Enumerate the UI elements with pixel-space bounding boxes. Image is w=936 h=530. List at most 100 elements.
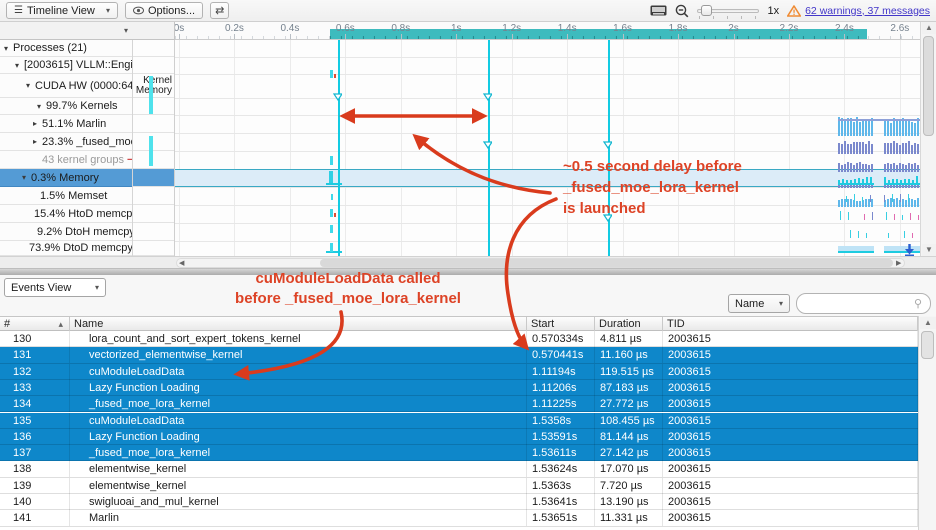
tree-row-23-3-fused-moe-lo[interactable]: ▸23.3% _fused_moe_lo↓ (0, 133, 133, 151)
zoom-out-icon[interactable] (675, 4, 689, 18)
events-view-toolbar: Events View ▾ Name ▾ ⚲ (0, 275, 936, 316)
tree-row-43-kernel-groups[interactable]: 43 kernel groups−+↓ (0, 151, 133, 169)
track-color-strip (149, 76, 153, 114)
memory-row-highlight[interactable] (175, 169, 920, 187)
event-row-139[interactable]: 139elementwise_kernel1.5363s7.720 µs2003… (0, 478, 918, 494)
eye-icon (133, 6, 144, 15)
tree-row-cuda-hw-0000-64-00-0-n[interactable]: ▾CUDA HW (0000:64:00.0 - N (0, 74, 133, 98)
view-selector-dropdown[interactable]: ☰ Timeline View ▾ (6, 2, 118, 19)
event-mark (330, 225, 333, 233)
event-row-133[interactable]: 133Lazy Function Loading1.11206s87.183 µ… (0, 380, 918, 396)
column-header-duration[interactable]: Duration (595, 317, 663, 332)
timeline-canvas[interactable] (175, 40, 920, 256)
timeline-vscrollbar[interactable]: ▲ ▼ (920, 22, 936, 256)
name-cell: swigluoai_and_mul_kernel (70, 494, 527, 510)
events-vscrollbar[interactable]: ▲ (918, 316, 936, 530)
scroll-left-arrow[interactable]: ◀ (179, 259, 184, 267)
timeline-cursor-line[interactable] (338, 40, 340, 256)
start-cell: 1.11194s (527, 364, 595, 380)
tree-expander-open[interactable]: ▾ (37, 102, 46, 111)
start-cell: 1.11206s (527, 380, 595, 396)
scroll-up-arrow[interactable]: ▲ (920, 317, 936, 329)
memcpy-tick (848, 212, 849, 220)
tid-cell: 2003615 (663, 331, 918, 347)
event-row-130[interactable]: 130lora_count_and_sort_expert_tokens_ker… (0, 331, 918, 347)
column-header-tid[interactable]: TID (663, 317, 918, 332)
column-header-name[interactable]: Name (70, 317, 527, 332)
scroll-right-arrow[interactable]: ▶ (896, 259, 901, 267)
events-view-dropdown[interactable]: Events View ▾ (4, 278, 106, 297)
column-header-start[interactable]: Start (527, 317, 595, 332)
tree-row-1-5-memset[interactable]: 1.5% Memset (0, 187, 133, 205)
events-search-box[interactable]: ⚲ (796, 293, 931, 314)
tree-row-9-2-dtoh-memcpy[interactable]: 9.2% DtoH memcpy (0, 223, 133, 241)
tree-expander-closed[interactable]: ▸ (33, 119, 42, 128)
tree-row-73-9-dtod-memcpy[interactable]: 73.9% DtoD memcpy (0, 241, 133, 256)
timeline-hscrollbar[interactable]: ◀ ▶ (0, 256, 936, 268)
tree-expander-open[interactable]: ▾ (4, 44, 13, 53)
column-header-num[interactable]: #▴ (0, 317, 70, 332)
tree-expander-open[interactable]: ▾ (22, 173, 31, 182)
timeline-hscroll-thumb[interactable] (320, 259, 893, 267)
memory-usage-spike (912, 180, 914, 183)
tree-expander-closed[interactable]: ▸ (33, 137, 42, 146)
events-search-input[interactable] (805, 297, 914, 311)
event-row-138[interactable]: 138elementwise_kernel1.53624s17.070 µs20… (0, 461, 918, 477)
warnings-messages-link[interactable]: 62 warnings, 37 messages (805, 5, 930, 17)
scroll-up-arrow[interactable]: ▲ (922, 22, 936, 34)
panel-splitter[interactable] (0, 268, 936, 275)
event-mark (330, 209, 333, 217)
jump-to-bottom-icon[interactable] (903, 243, 916, 256)
cursor-marker (483, 141, 492, 149)
activity-bar (853, 142, 855, 154)
events-vscroll-thumb[interactable] (921, 331, 934, 359)
event-row-132[interactable]: 132cuModuleLoadData1.11194s119.515 µs200… (0, 364, 918, 380)
tree-row-15-4-htod-memcpy[interactable]: 15.4% HtoD memcpy (0, 205, 133, 223)
duration-cell: 81.144 µs (595, 429, 663, 445)
ruler-tick-label: 0.6s (336, 23, 355, 34)
tree-expander-open[interactable]: ▾ (15, 61, 24, 70)
memory-usage-spike (854, 179, 856, 183)
options-button[interactable]: Options... (125, 2, 203, 19)
tree-row-51-1-marlin[interactable]: ▸51.1% Marlin (0, 115, 133, 133)
tree-row-2003615-vllm-enginecore[interactable]: ▾[2003615] VLLM::EngineCore (0, 57, 133, 74)
memory-usage-spike (862, 179, 864, 183)
start-cell: 1.53624s (527, 461, 595, 477)
activity-bar (859, 162, 861, 172)
swap-icon: ⇄ (215, 4, 224, 17)
memcpy-tick (908, 194, 909, 202)
keyboard-shortcuts-icon[interactable] (650, 5, 667, 16)
timeline-ruler[interactable]: 0s0.2s0.4s0.6s0.8s1s1.2s1.4s1.6s1.8s2s2.… (175, 22, 920, 40)
activity-bar (890, 143, 892, 154)
activity-bar (908, 141, 910, 154)
event-row-136[interactable]: 136Lazy Function Loading1.53591s81.144 µ… (0, 429, 918, 445)
cursor-marker (603, 214, 612, 222)
tree-row-99-7-kernels[interactable]: ▾99.7% Kernels (0, 98, 133, 115)
tree-expander-open[interactable]: ▾ (26, 81, 35, 90)
activity-bar (902, 118, 904, 136)
memcpy-tick (854, 194, 855, 202)
activity-bar (917, 198, 919, 207)
event-row-141[interactable]: 141Marlin1.53651s11.331 µs2003615 (0, 510, 918, 526)
activity-bar (868, 165, 870, 172)
tree-row-processes-21[interactable]: ▾Processes (21) (0, 40, 133, 57)
name-cell: lora_count_and_sort_expert_tokens_kernel (70, 331, 527, 347)
zoom-slider[interactable] (697, 4, 759, 18)
filter-field-dropdown[interactable]: Name ▾ (728, 294, 790, 313)
event-row-135[interactable]: 135cuModuleLoadData1.5358s108.455 µs2003… (0, 413, 918, 429)
event-row-137[interactable]: 137_fused_moe_lora_kernel1.53611s27.142 … (0, 445, 918, 461)
activity-bar (899, 121, 901, 136)
event-row-140[interactable]: 140swigluoai_and_mul_kernel1.53641s13.19… (0, 494, 918, 510)
activity-bar (844, 121, 846, 136)
zoom-slider-handle[interactable] (701, 5, 712, 16)
tree-row-0-3-memory[interactable]: ▾0.3% Memory (0, 169, 133, 187)
event-row-131[interactable]: 131vectorized_elementwise_kernel0.570441… (0, 347, 918, 363)
timeline-vscroll-thumb[interactable] (923, 36, 934, 136)
activity-bar (884, 119, 886, 136)
scroll-down-arrow[interactable]: ▼ (922, 244, 936, 256)
event-mark (334, 74, 336, 78)
tree-filter-dropdown-icon[interactable]: ▾ (124, 26, 128, 35)
swap-rows-button[interactable]: ⇄ (210, 2, 229, 19)
event-mark (329, 171, 333, 183)
event-row-134[interactable]: 134_fused_moe_lora_kernel1.11225s27.772 … (0, 396, 918, 412)
